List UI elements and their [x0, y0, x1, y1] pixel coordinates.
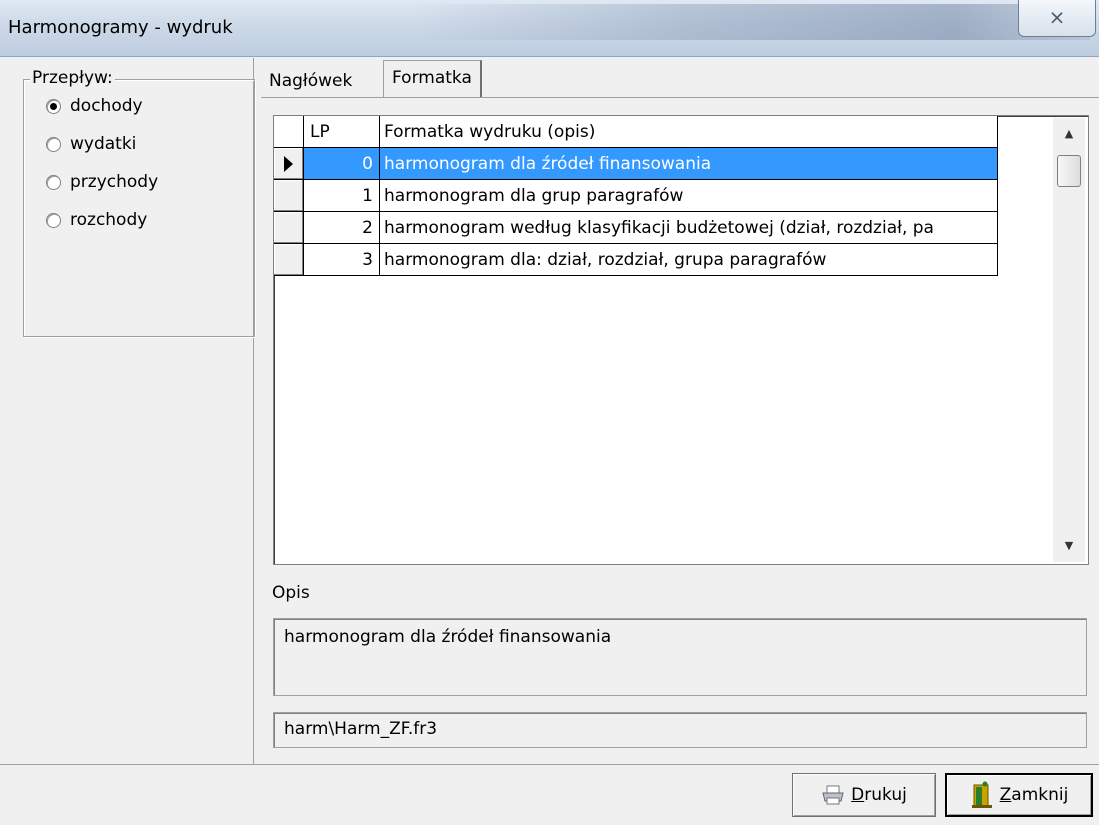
- bottom-divider: [0, 764, 1099, 765]
- window-title: Harmonogramy - wydruk: [8, 17, 233, 38]
- radio-unchecked-icon: [46, 136, 61, 152]
- tab-naglowek[interactable]: Nagłówek: [261, 64, 360, 98]
- radio-unchecked-icon: [46, 174, 61, 190]
- cell-lp: 1: [304, 180, 380, 212]
- title-bar: Harmonogramy - wydruk ⨯: [0, 0, 1099, 57]
- radio-label: dochody: [70, 96, 143, 116]
- title-bar-background: [410, 4, 1090, 40]
- left-panel: Przepływ: dochody wydatki przychody rozc…: [7, 58, 255, 764]
- table-row[interactable]: 0 harmonogram dla źródeł finansowania: [274, 148, 998, 180]
- radio-label: wydatki: [70, 134, 137, 154]
- table-row[interactable]: 2 harmonogram według klasyfikacji budżet…: [274, 212, 998, 244]
- drukuj-label: Drukuj: [851, 785, 907, 805]
- scroll-down-icon[interactable]: ▼: [1053, 530, 1085, 562]
- cell-desc: harmonogram dla: dział, rozdział, grupa …: [380, 244, 998, 276]
- radio-dochody[interactable]: dochody: [46, 92, 143, 120]
- close-button[interactable]: ⨯: [1018, 0, 1096, 37]
- zamknij-label: Zamknij: [999, 785, 1069, 805]
- cell-desc: harmonogram dla źródeł finansowania: [380, 148, 998, 180]
- template-path-field[interactable]: harm\Harm_ZF.fr3: [273, 712, 1087, 748]
- row-indicator: [274, 148, 304, 180]
- opis-textbox[interactable]: harmonogram dla źródeł finansowania: [273, 618, 1087, 696]
- vertical-scrollbar[interactable]: ▲ ▼: [1053, 118, 1085, 562]
- grid-header: LP Formatka wydruku (opis): [274, 116, 998, 148]
- tab-divider: [261, 97, 1099, 98]
- row-indicator: [274, 244, 304, 276]
- close-icon: ⨯: [1048, 5, 1066, 29]
- printer-icon: [822, 785, 844, 805]
- przeplyw-legend: Przepływ:: [30, 68, 115, 88]
- radio-label: przychody: [70, 172, 159, 192]
- header-indicator-cell: [274, 116, 304, 148]
- table-row[interactable]: 3 harmonogram dla: dział, rozdział, grup…: [274, 244, 998, 276]
- radio-checked-icon: [46, 98, 61, 114]
- row-indicator: [274, 180, 304, 212]
- current-row-arrow-icon: [284, 156, 293, 172]
- opis-label: Opis: [272, 583, 310, 603]
- radio-label: rozchody: [70, 210, 148, 230]
- exit-door-icon: [971, 781, 992, 808]
- scroll-thumb[interactable]: [1057, 155, 1081, 187]
- cell-lp: 2: [304, 212, 380, 244]
- radio-rozchody[interactable]: rozchody: [46, 206, 147, 234]
- drukuj-button[interactable]: Drukuj: [792, 773, 936, 817]
- tab-formatka[interactable]: Formatka: [383, 60, 482, 98]
- radio-przychody[interactable]: przychody: [46, 168, 158, 196]
- table-row[interactable]: 1 harmonogram dla grup paragrafów: [274, 180, 998, 212]
- przeplyw-groupbox: Przepływ: dochody wydatki przychody rozc…: [23, 68, 255, 337]
- column-header-formatka[interactable]: Formatka wydruku (opis): [380, 116, 998, 148]
- formatka-grid[interactable]: LP Formatka wydruku (opis) 0 harmonogram…: [273, 115, 1089, 565]
- cell-desc: harmonogram według klasyfikacji budżetow…: [380, 212, 998, 244]
- cell-lp: 3: [304, 244, 380, 276]
- row-indicator: [274, 212, 304, 244]
- radio-unchecked-icon: [46, 212, 61, 228]
- cell-desc: harmonogram dla grup paragrafów: [380, 180, 998, 212]
- scroll-up-icon[interactable]: ▲: [1053, 118, 1085, 150]
- radio-wydatki[interactable]: wydatki: [46, 130, 136, 158]
- column-header-lp[interactable]: LP: [304, 116, 380, 148]
- cell-lp: 0: [304, 148, 380, 180]
- zamknij-button[interactable]: Zamknij: [945, 773, 1093, 817]
